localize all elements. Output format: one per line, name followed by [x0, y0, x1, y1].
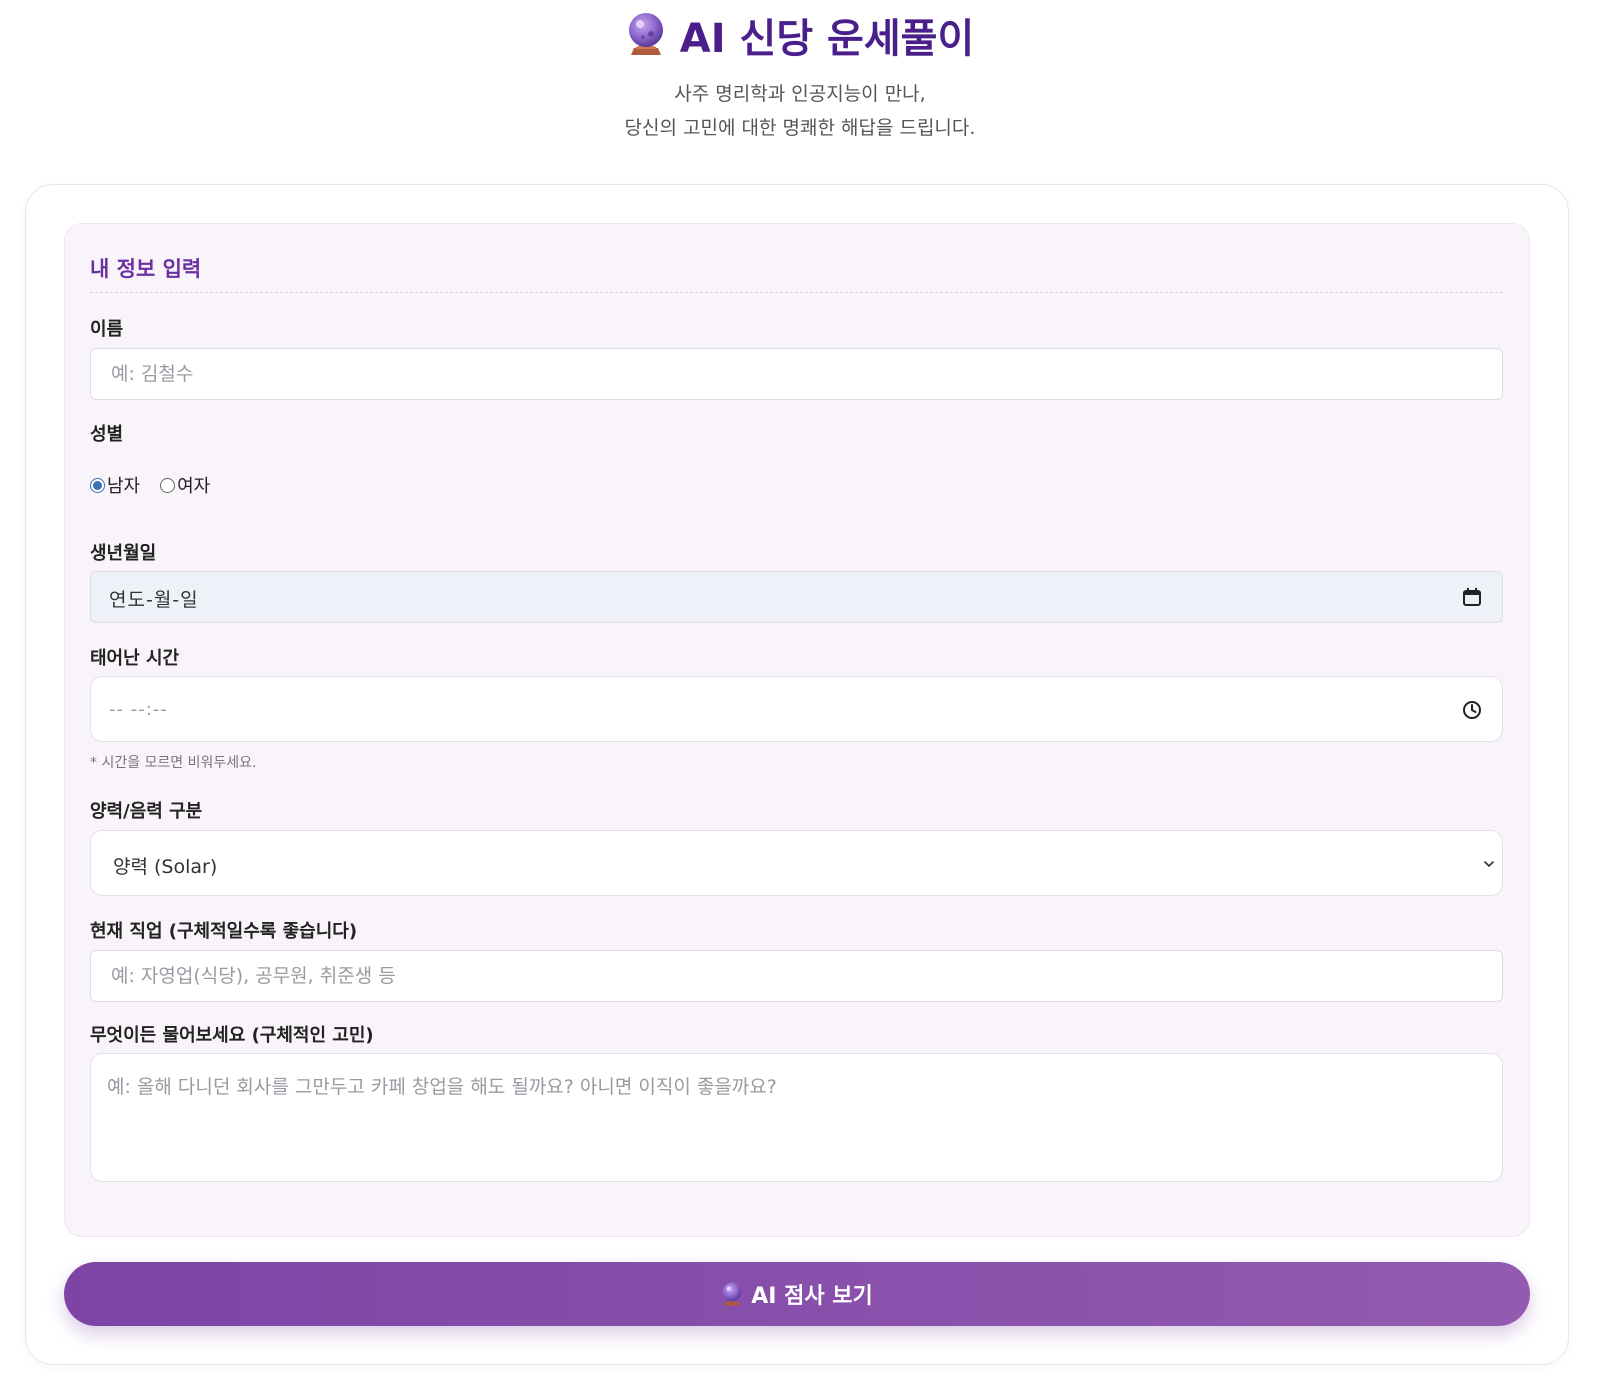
section-divider — [90, 292, 1503, 293]
question-textarea[interactable] — [90, 1053, 1503, 1182]
gender-male-radio[interactable] — [90, 477, 105, 493]
job-label: 현재 직업 (구체적일수록 좋습니다) — [90, 921, 358, 942]
crystal-ball-icon — [628, 13, 663, 55]
job-input[interactable] — [90, 950, 1503, 1002]
birthdate-input[interactable]: 연도-월-일 — [90, 571, 1503, 623]
chevron-down-icon — [1484, 861, 1494, 868]
submit-button[interactable]: AI 점사 보기 — [64, 1262, 1530, 1326]
birthtime-hint: * 시간을 모르면 비워두세요. — [90, 755, 257, 771]
gender-male-label[interactable]: 남자 — [107, 472, 140, 498]
name-input[interactable] — [90, 348, 1503, 400]
clock-icon[interactable] — [1462, 700, 1482, 720]
section-title: 내 정보 입력 — [90, 257, 202, 281]
birthtime-label: 태어난 시간 — [90, 648, 180, 669]
gender-female-label[interactable]: 여자 — [177, 472, 210, 498]
calendar-icon[interactable] — [1462, 587, 1482, 607]
gender-female-radio[interactable] — [160, 477, 176, 493]
calendar-type-label: 양력/음력 구분 — [90, 801, 203, 822]
calendar-type-select[interactable]: 양력 (Solar) — [90, 830, 1503, 896]
birthtime-value: -- --:-- — [109, 699, 168, 720]
gender-label: 성별 — [90, 424, 124, 445]
question-label: 무엇이든 물어보세요 (구체적인 고민) — [90, 1025, 374, 1046]
birthdate-value: 연도-월-일 — [109, 589, 199, 611]
subtitle-line-1: 사주 명리학과 인공지능이 만나, — [674, 83, 926, 105]
subtitle-line-2: 당신의 고민에 대한 명쾌한 해답을 드립니다. — [624, 117, 976, 139]
calendar-type-value: 양력 (Solar) — [113, 856, 218, 878]
page-title: AI 신당 운세풀이 — [0, 12, 1600, 66]
birthtime-input[interactable]: -- --:-- — [90, 676, 1503, 742]
page-title-text: AI 신당 운세풀이 — [679, 16, 975, 62]
crystal-ball-icon — [722, 1282, 742, 1306]
name-label: 이름 — [90, 319, 124, 340]
gender-radio-group: 남자 여자 — [90, 472, 230, 498]
submit-button-label: AI 점사 보기 — [751, 1284, 873, 1309]
birthdate-label: 생년월일 — [90, 543, 157, 564]
